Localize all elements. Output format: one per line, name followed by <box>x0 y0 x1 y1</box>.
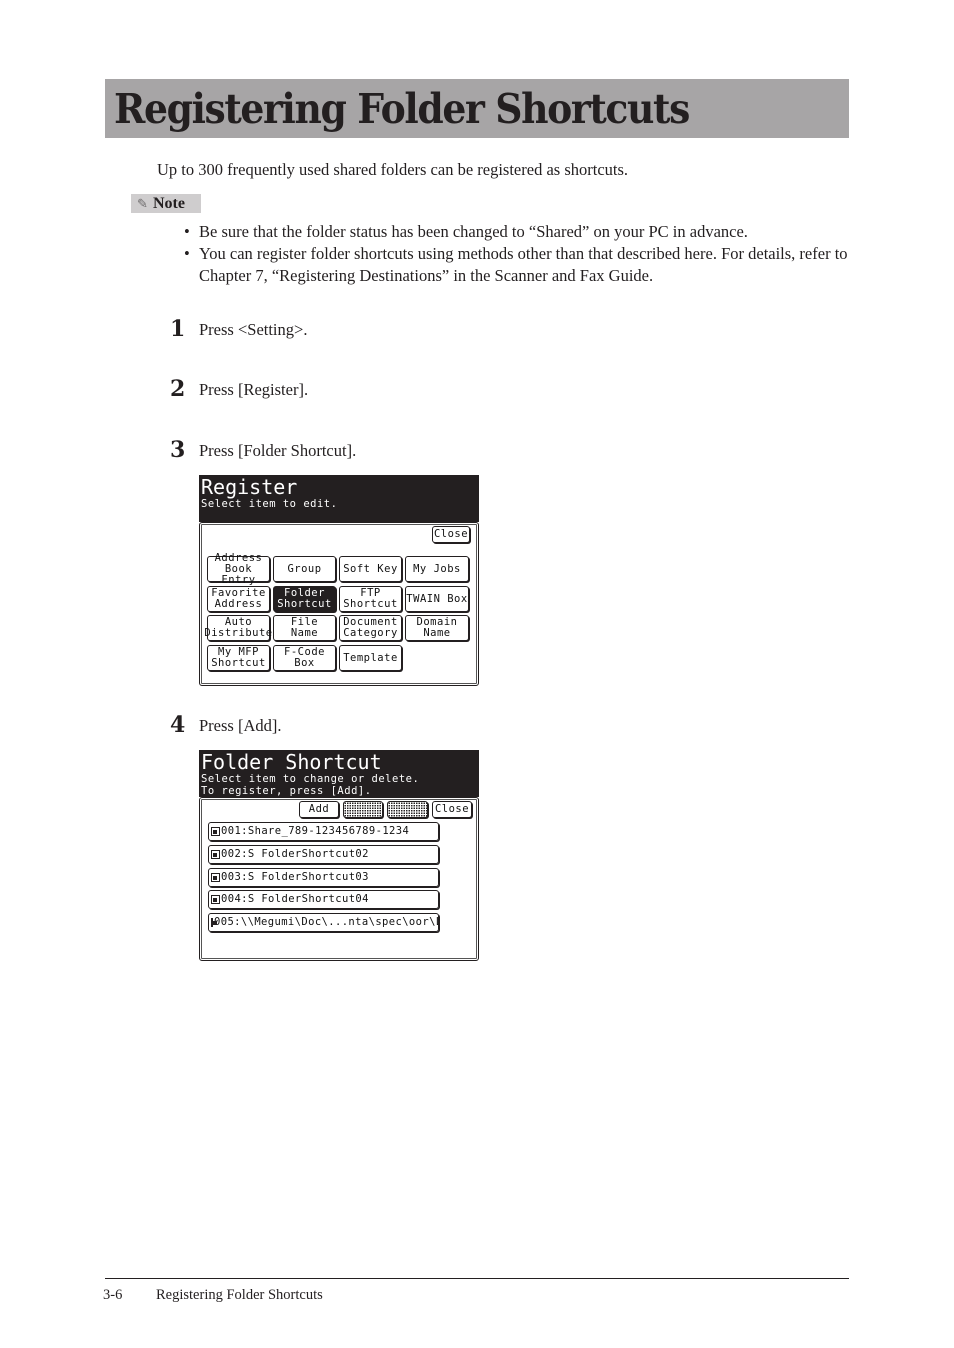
edit-button[interactable]: Edit <box>343 801 383 818</box>
folder-shortcut-icon <box>211 827 220 836</box>
entry-text: 003:S FolderShortcut03 <box>221 870 369 883</box>
folder-shortcut-entry[interactable]: 003:S FolderShortcut03 <box>208 867 439 887</box>
screen-body: Add Edit Delete Close 001:Share_789-1234… <box>199 797 479 961</box>
note-item: • You can register folder shortcuts using… <box>184 243 864 287</box>
screen-subtitle: Select item to edit. <box>201 498 338 510</box>
screen-title: Folder Shortcut <box>201 750 382 774</box>
bullet: • <box>184 222 190 241</box>
register-item-button[interactable]: Template <box>339 645 402 671</box>
folder-shortcut-entry[interactable]: 005:\\Megumi\Doc\...nta\spec\oor\Lo <box>208 913 439 933</box>
step-number: 4 <box>170 712 186 738</box>
screen-subtitle-2: To register, press [Add]. <box>201 785 372 797</box>
note-text: You can register folder shortcuts using … <box>199 244 848 285</box>
note-text: Be sure that the folder status has been … <box>199 222 748 241</box>
entry-text: 002:S FolderShortcut02 <box>221 847 369 860</box>
intro-text: Up to 300 frequently used shared folders… <box>157 160 629 179</box>
footer-page-number: 3-6 <box>103 1287 123 1303</box>
register-item-button[interactable]: Domain Name <box>405 615 469 641</box>
register-item-button[interactable]: Favorite Address <box>207 586 270 612</box>
delete-button[interactable]: Delete <box>387 801 428 818</box>
screen-subtitle-1: Select item to change or delete. <box>201 773 420 785</box>
register-item-button[interactable]: Auto Distribute <box>204 615 272 641</box>
step-text: Press [Folder Shortcut]. <box>199 441 357 460</box>
folder-shortcut-screen: Folder Shortcut Select item to change or… <box>199 750 479 961</box>
register-screen: Register Select item to edit. Close Addr… <box>199 475 479 686</box>
register-item-button[interactable]: My Jobs <box>405 556 469 582</box>
step-text: Press [Add]. <box>199 716 282 735</box>
folder-shortcut-entry[interactable]: 002:S FolderShortcut02 <box>208 844 439 864</box>
note-item: • Be sure that the folder status has been… <box>184 221 864 243</box>
register-item-button[interactable]: Group <box>273 556 336 582</box>
folder-shortcut-icon <box>211 872 220 882</box>
note-badge: ✎ Note <box>131 194 201 213</box>
step-text: Press <Setting>. <box>199 320 308 339</box>
bullet: • <box>184 244 190 263</box>
folder-shortcut-icon <box>211 918 217 928</box>
register-item-button[interactable]: FTP Shortcut <box>339 586 402 612</box>
register-item-button[interactable]: My MFP Shortcut <box>207 645 270 671</box>
register-item-button[interactable]: TWAIN Box <box>405 586 469 612</box>
screen-body: Close Address Book Entry Group Soft Key My … <box>199 522 479 686</box>
close-button[interactable]: Close <box>432 801 472 818</box>
folder-shortcut-icon <box>211 895 220 905</box>
screen-title: Register <box>201 475 298 499</box>
screen-header: Register Select item to edit. <box>199 475 479 522</box>
entry-text: 001:Share_789-123456789-1234 <box>221 825 410 837</box>
step-text: Press [Register]. <box>199 380 309 399</box>
close-button[interactable]: Close <box>432 526 470 543</box>
step-number: 1 <box>170 316 186 342</box>
register-item-button[interactable]: Address Book Entry <box>207 552 270 585</box>
folder-shortcut-entry[interactable]: 001:Share_789-123456789-1234 <box>208 822 439 841</box>
folder-shortcut-icon <box>211 849 220 859</box>
footer-divider <box>105 1278 849 1279</box>
register-item-button[interactable]: Folder Shortcut <box>273 586 336 612</box>
register-item-button[interactable]: Soft Key <box>339 556 402 582</box>
register-item-button[interactable]: File Name <box>273 615 336 641</box>
screen-header: Folder Shortcut Select item to change or… <box>199 750 479 797</box>
add-button[interactable]: Add <box>299 801 339 818</box>
title-bar: Registering Folder Shortcuts <box>105 79 849 138</box>
note-list: • Be sure that the folder status has been… <box>184 221 864 287</box>
note-label: Note <box>153 195 185 212</box>
step-number: 3 <box>170 437 186 463</box>
register-item-button[interactable]: Document Category <box>339 615 402 641</box>
step-number: 2 <box>170 376 186 402</box>
footer-section: Registering Folder Shortcuts <box>156 1287 323 1303</box>
entry-text: 004:S FolderShortcut04 <box>221 893 369 906</box>
pencil-icon: ✎ <box>137 196 148 211</box>
page-title: Registering Folder Shortcuts <box>114 85 690 133</box>
folder-shortcut-entry[interactable]: 004:S FolderShortcut04 <box>208 890 439 910</box>
entry-text: 005:\\Megumi\Doc\...nta\spec\oor\Lo <box>214 916 439 929</box>
register-item-button[interactable]: F-Code Box <box>273 645 336 671</box>
